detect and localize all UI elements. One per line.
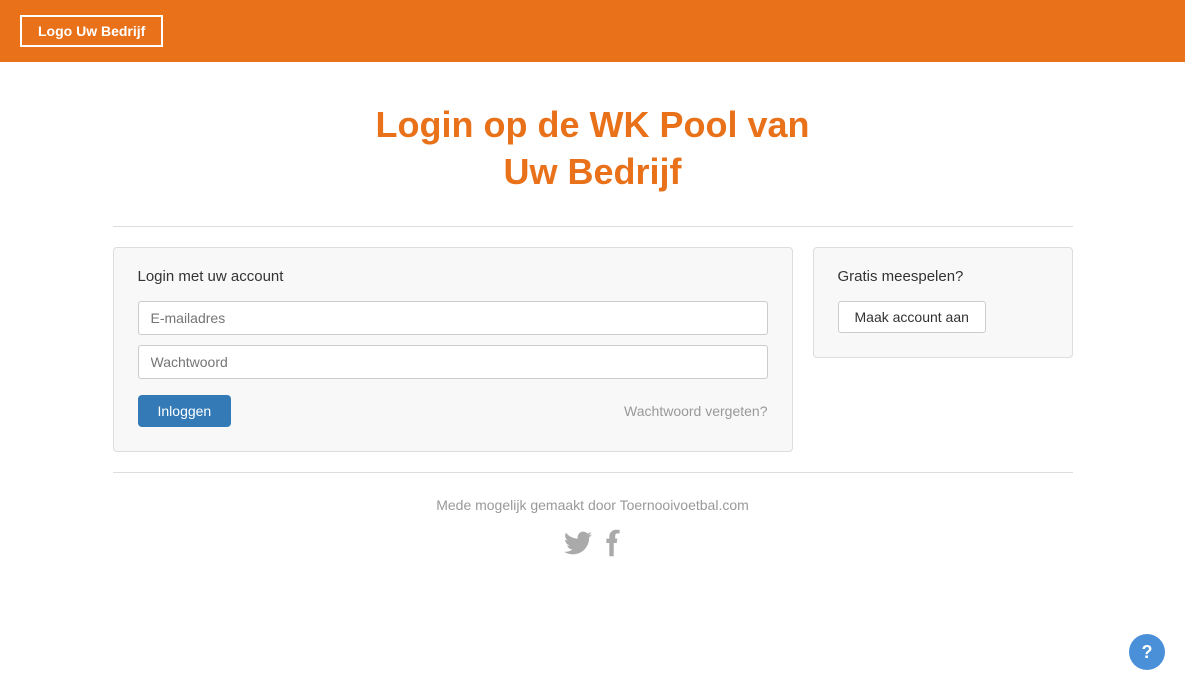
page-title-line2: Uw Bedrijf [503, 151, 681, 192]
main-content: Login op de WK Pool van Uw Bedrijf Login… [0, 62, 1185, 562]
footer-credit: Mede mogelijk gemaakt door Toernooivoetb… [436, 497, 749, 513]
bottom-divider [113, 472, 1073, 473]
maak-account-button[interactable]: Maak account aan [838, 301, 986, 333]
twitter-icon [564, 529, 592, 557]
page-title-line1: Login op de WK Pool van [376, 104, 810, 145]
login-card: Login met uw account Inloggen Wachtwoord… [113, 247, 793, 452]
email-field[interactable] [138, 301, 768, 335]
top-divider [113, 226, 1073, 227]
register-card: Gratis meespelen? Maak account aan [813, 247, 1073, 358]
help-button[interactable]: ? [1129, 634, 1165, 670]
social-icons [564, 529, 622, 562]
header: Logo Uw Bedrijf [0, 0, 1185, 62]
twitter-link[interactable] [564, 529, 592, 562]
logo-button[interactable]: Logo Uw Bedrijf [20, 15, 163, 47]
login-actions: Inloggen Wachtwoord vergeten? [138, 395, 768, 427]
inloggen-button[interactable]: Inloggen [138, 395, 232, 427]
footer: Mede mogelijk gemaakt door Toernooivoetb… [436, 497, 749, 562]
cards-row: Login met uw account Inloggen Wachtwoord… [113, 247, 1073, 452]
facebook-link[interactable] [604, 529, 622, 562]
register-card-title: Gratis meespelen? [838, 268, 1048, 285]
page-title: Login op de WK Pool van Uw Bedrijf [376, 102, 810, 196]
password-field[interactable] [138, 345, 768, 379]
forgot-password-link[interactable]: Wachtwoord vergeten? [624, 403, 767, 419]
facebook-icon [604, 529, 622, 557]
login-card-title: Login met uw account [138, 268, 768, 285]
